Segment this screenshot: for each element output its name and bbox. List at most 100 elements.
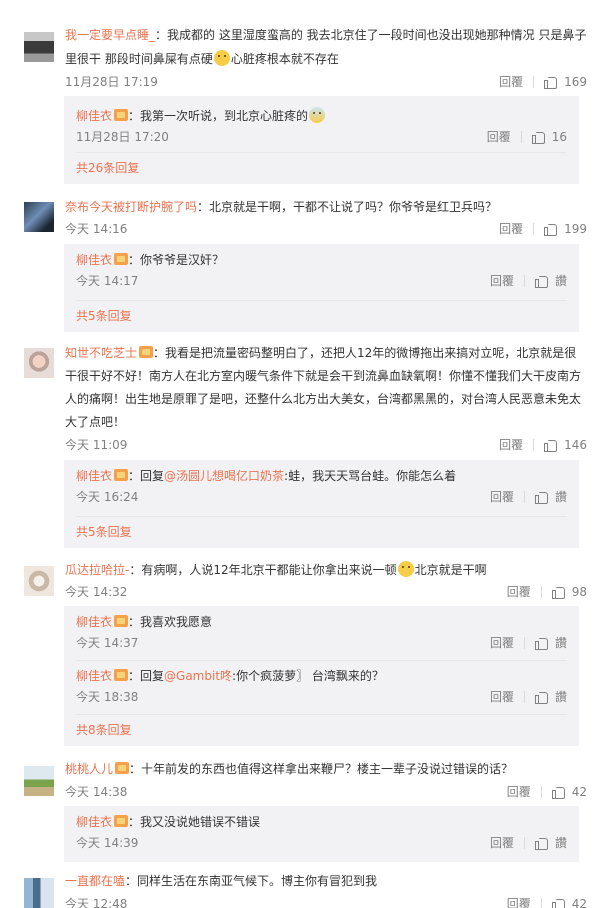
divider	[76, 300, 567, 301]
like-button[interactable]: 讚	[534, 834, 567, 851]
divider	[523, 636, 525, 649]
reply-item: 柳佳衣 ：我喜欢我愿意 今天 14:37 回覆 讚	[76, 615, 567, 651]
reply-button[interactable]: 回覆	[507, 894, 531, 908]
divider	[523, 690, 525, 703]
reply-time: 11月28日 17:20	[76, 130, 169, 144]
comment-username[interactable]: 桃桃人儿	[65, 762, 113, 776]
mention-link[interactable]: @汤圆儿想喝亿口奶茶	[164, 469, 284, 483]
avatar[interactable]	[24, 32, 54, 62]
like-button[interactable]: 169	[544, 72, 587, 92]
comment-time: 今天 11:09	[65, 438, 128, 452]
avatar[interactable]	[24, 878, 54, 908]
like-count: 42	[571, 897, 587, 908]
like-button[interactable]: 讚	[534, 272, 567, 289]
like-button[interactable]: 42	[551, 894, 587, 908]
reply-button[interactable]: 回覆	[490, 688, 514, 705]
reply-button[interactable]: 回覆	[490, 634, 514, 651]
like-label: 讚	[554, 490, 567, 504]
thumbs-up-icon	[551, 897, 566, 908]
reply-box: 柳佳衣 ：你爷爷是汉奸？ 今天 14:17 回覆 讚 共5条回复	[64, 244, 579, 332]
divider	[540, 786, 542, 798]
comment-meta: 今天 12:48 回覆 42	[65, 894, 587, 908]
comment-meta: 今天 11:09 回覆 146	[65, 435, 587, 455]
reply-button[interactable]: 回覆	[499, 72, 523, 92]
mention-link[interactable]: @Gambit咚	[164, 669, 232, 683]
reply-username[interactable]: 柳佳衣	[76, 109, 112, 123]
reply-button[interactable]: 回覆	[507, 782, 531, 802]
like-count: 146	[564, 438, 587, 452]
emoji-icon	[309, 107, 326, 123]
reply-button[interactable]: 回覆	[507, 582, 531, 602]
like-button[interactable]: 讚	[534, 634, 567, 651]
avatar[interactable]	[24, 202, 54, 232]
like-count: 42	[571, 785, 587, 799]
divider	[533, 439, 535, 451]
reply-username[interactable]: 柳佳衣	[76, 469, 112, 483]
reply-item: 柳佳衣 ：回复@Gambit咚:你个疯菠萝〗 台湾飘来的？ 今天 18:38 回覆…	[76, 669, 567, 705]
thumbs-up-icon	[534, 490, 549, 504]
like-button[interactable]: 146	[544, 435, 587, 455]
like-button[interactable]: 讚	[534, 688, 567, 705]
vip-badge-icon	[114, 253, 129, 265]
reply-button[interactable]: 回覆	[487, 128, 511, 145]
reply-box: 柳佳衣 ：回复@汤圆儿想喝亿口奶茶:蛙，我天天骂台蛙。你能怎么着 今天 16:24…	[64, 460, 579, 548]
divider	[523, 490, 525, 503]
comment-username[interactable]: 瓜达拉哈拉-	[65, 563, 129, 577]
reply-username[interactable]: 柳佳衣	[76, 615, 112, 629]
reply-username[interactable]: 柳佳衣	[76, 253, 112, 267]
thumbs-up-icon	[544, 438, 558, 452]
comment-meta: 今天 14:38 回覆 42	[65, 782, 587, 802]
like-button[interactable]: 讚	[534, 488, 567, 505]
like-button[interactable]: 42	[551, 782, 587, 802]
reply-button[interactable]: 回覆	[490, 272, 514, 289]
comment-username[interactable]: 知世不吃芝士	[65, 346, 137, 360]
thumbs-up-icon	[531, 130, 546, 144]
comment-time: 今天 14:38	[65, 785, 128, 799]
like-button[interactable]: 98	[551, 582, 587, 602]
comment-username[interactable]: 奈布今天被打断护腕了吗	[65, 200, 197, 214]
reply-button[interactable]: 回覆	[499, 435, 523, 455]
thumbs-up-icon	[534, 636, 549, 650]
reply-button[interactable]: 回覆	[490, 488, 514, 505]
comment-time: 今天 14:16	[65, 222, 128, 236]
reply-button[interactable]: 回覆	[490, 834, 514, 851]
divider	[533, 223, 535, 235]
reply-item: 柳佳衣 ：回复@汤圆儿想喝亿口奶茶:蛙，我天天骂台蛙。你能怎么着 今天 16:24…	[76, 469, 567, 505]
like-count: 169	[564, 75, 587, 89]
reply-username[interactable]: 柳佳衣	[76, 669, 112, 683]
like-count: 16	[551, 129, 567, 144]
view-more-replies-link[interactable]: 共8条回复	[76, 720, 132, 740]
like-count: 199	[564, 222, 587, 236]
reply-username[interactable]: 柳佳衣	[76, 815, 112, 829]
thumbs-up-icon	[534, 836, 549, 850]
avatar[interactable]	[24, 566, 54, 596]
view-more-replies-link[interactable]: 共5条回复	[76, 522, 132, 542]
comment-text: 我一定要早点睡_：我成都的 这里湿度蛮高的 我去北京住了一段时间也没出现她那种情…	[65, 28, 587, 66]
thumbs-up-icon	[551, 785, 566, 799]
comment-text: 知世不吃芝士 ：我看是把流量密码整明白了，还把人12年的微博拖出来搞对立呢，北京就…	[65, 346, 582, 429]
comment-username[interactable]: 一直都在嗑	[65, 874, 125, 888]
comment-username[interactable]: 我一定要早点睡_	[65, 28, 155, 42]
reply-time: 今天 14:39	[76, 836, 139, 850]
reply-button[interactable]: 回覆	[499, 219, 523, 239]
divider	[520, 130, 522, 143]
avatar[interactable]	[24, 348, 54, 378]
vip-badge-icon	[114, 109, 129, 121]
like-button[interactable]: 16	[531, 129, 567, 144]
divider	[540, 586, 542, 598]
divider	[76, 516, 567, 517]
avatar[interactable]	[24, 766, 54, 796]
comment-time: 11月28日 17:19	[65, 75, 158, 89]
comment-time: 今天 12:48	[65, 897, 128, 908]
like-count: 98	[571, 585, 587, 599]
like-button[interactable]: 199	[544, 219, 587, 239]
view-more-replies-link[interactable]: 共26条回复	[76, 158, 139, 178]
view-more-replies-link[interactable]: 共5条回复	[76, 306, 132, 326]
vip-badge-icon	[114, 815, 129, 827]
comment-time: 今天 14:32	[65, 585, 128, 599]
comment-text: 瓜达拉哈拉-：有病啊，人说12年北京干都能让你拿出来说一顿 北京就是干啊	[65, 561, 487, 577]
comment-text: 一直都在嗑：同样生活在东南亚气候下。博主你有冒犯到我	[65, 874, 378, 888]
vip-badge-icon	[139, 346, 154, 358]
emoji-icon	[213, 50, 230, 66]
reply-item: 柳佳衣 ：你爷爷是汉奸？ 今天 14:17 回覆 讚	[76, 253, 567, 289]
